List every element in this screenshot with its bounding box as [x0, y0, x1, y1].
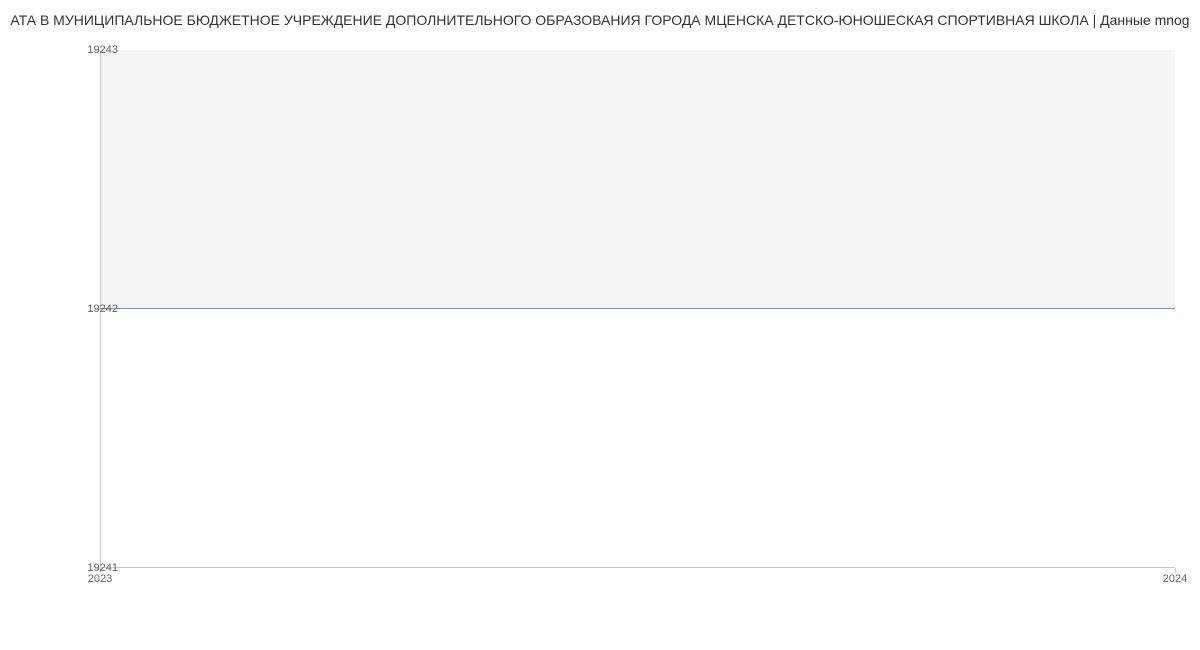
plot-alt-band: [100, 50, 1175, 309]
x-tick-label: 2024: [1163, 573, 1187, 585]
series-line: [100, 308, 1175, 309]
y-tick-label: 19243: [87, 44, 118, 56]
y-tick-label: 19242: [87, 303, 118, 315]
x-axis-line: [100, 567, 1175, 568]
x-tick-label: 2023: [88, 573, 112, 585]
chart-plot-area: [100, 50, 1175, 568]
chart-title: АТА В МУНИЦИПАЛЬНОЕ БЮДЖЕТНОЕ УЧРЕЖДЕНИЕ…: [0, 12, 1200, 28]
